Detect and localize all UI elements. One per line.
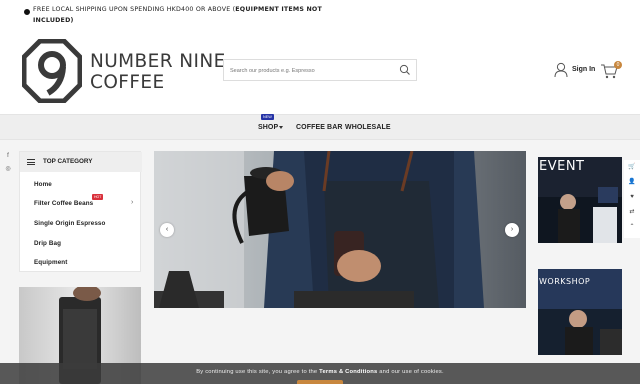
category-item-single-origin-espresso[interactable]: Single Origin Espresso (34, 220, 105, 227)
nav-item-shop[interactable]: SHOP (258, 124, 278, 131)
brand-logo-icon[interactable] (22, 39, 82, 103)
search-icon[interactable] (399, 64, 411, 76)
heart-icon[interactable]: ♥ (624, 190, 640, 205)
promo-label-event: EVENT (539, 159, 585, 174)
promo-workshop[interactable]: WORKSHOP (538, 269, 622, 355)
site-header: NUMBER NINE COFFEE Sign In 0 (0, 28, 640, 114)
search-box (223, 59, 417, 81)
chevron-right-icon[interactable]: › (131, 199, 133, 206)
category-item-equipment[interactable]: Equipment (34, 259, 67, 266)
promo-event[interactable]: EVENT (538, 157, 622, 243)
shuffle-icon[interactable]: ⇄ (624, 205, 640, 220)
user-icon[interactable]: 👤 (624, 175, 640, 190)
cookie-bar: By continuing use this site, you agree t… (0, 363, 640, 384)
category-item-home[interactable]: Home (34, 181, 52, 188)
hot-badge: HOT (92, 194, 104, 200)
new-badge: NEW (261, 114, 274, 120)
chevron-down-icon[interactable] (279, 126, 283, 129)
social-rail: f ◎ (0, 150, 16, 176)
cookie-message: By continuing use this site, you agree t… (196, 369, 444, 375)
cart-count-badge: 0 (614, 61, 622, 69)
promo-label-workshop: WORKSHOP (539, 277, 591, 286)
nav-item-coffee-bar[interactable]: COFFEE BAR (296, 124, 343, 131)
category-item-drip-bag[interactable]: Drip Bag (34, 240, 61, 247)
hamburger-icon[interactable] (27, 159, 35, 165)
terms-link[interactable]: Terms & Conditions (319, 369, 377, 375)
hero-slider[interactable]: ‹ › (154, 151, 526, 308)
announcement-bar: FREE LOCAL SHIPPING UPON SPENDING HKD400… (0, 0, 640, 28)
main-nav: NEW SHOP COFFEE BAR WHOLESALE (0, 114, 640, 140)
facebook-icon[interactable]: f (0, 150, 16, 163)
user-icon[interactable] (554, 62, 568, 78)
sign-in-link[interactable]: Sign In (572, 66, 595, 73)
cookie-accept-button[interactable] (297, 380, 343, 384)
arrow-up-icon[interactable]: ⌃ (624, 220, 640, 235)
right-tool-rail: 🛒 👤 ♥ ⇄ ⌃ (624, 160, 640, 238)
announcement-text: FREE LOCAL SHIPPING UPON SPENDING HKD400… (33, 6, 322, 24)
cart-icon[interactable]: 🛒 (624, 160, 640, 175)
category-header: TOP CATEGORY (20, 152, 142, 172)
instagram-icon[interactable]: ◎ (0, 163, 16, 176)
category-title: TOP CATEGORY (43, 158, 93, 165)
brand-line-1: NUMBER NINE (90, 51, 226, 72)
brand-name[interactable]: NUMBER NINE COFFEE (90, 51, 226, 93)
slider-prev-icon[interactable]: ‹ (160, 223, 174, 237)
search-input[interactable] (230, 64, 390, 77)
slider-next-icon[interactable]: › (505, 223, 519, 237)
nav-item-wholesale[interactable]: WHOLESALE (345, 124, 391, 131)
category-menu: TOP CATEGORY Home Filter Coffee Beans HO… (19, 151, 142, 272)
category-item-filter-coffee-beans[interactable]: Filter Coffee Beans (34, 200, 93, 207)
brand-line-2: COFFEE (90, 72, 165, 93)
info-icon (24, 9, 30, 15)
